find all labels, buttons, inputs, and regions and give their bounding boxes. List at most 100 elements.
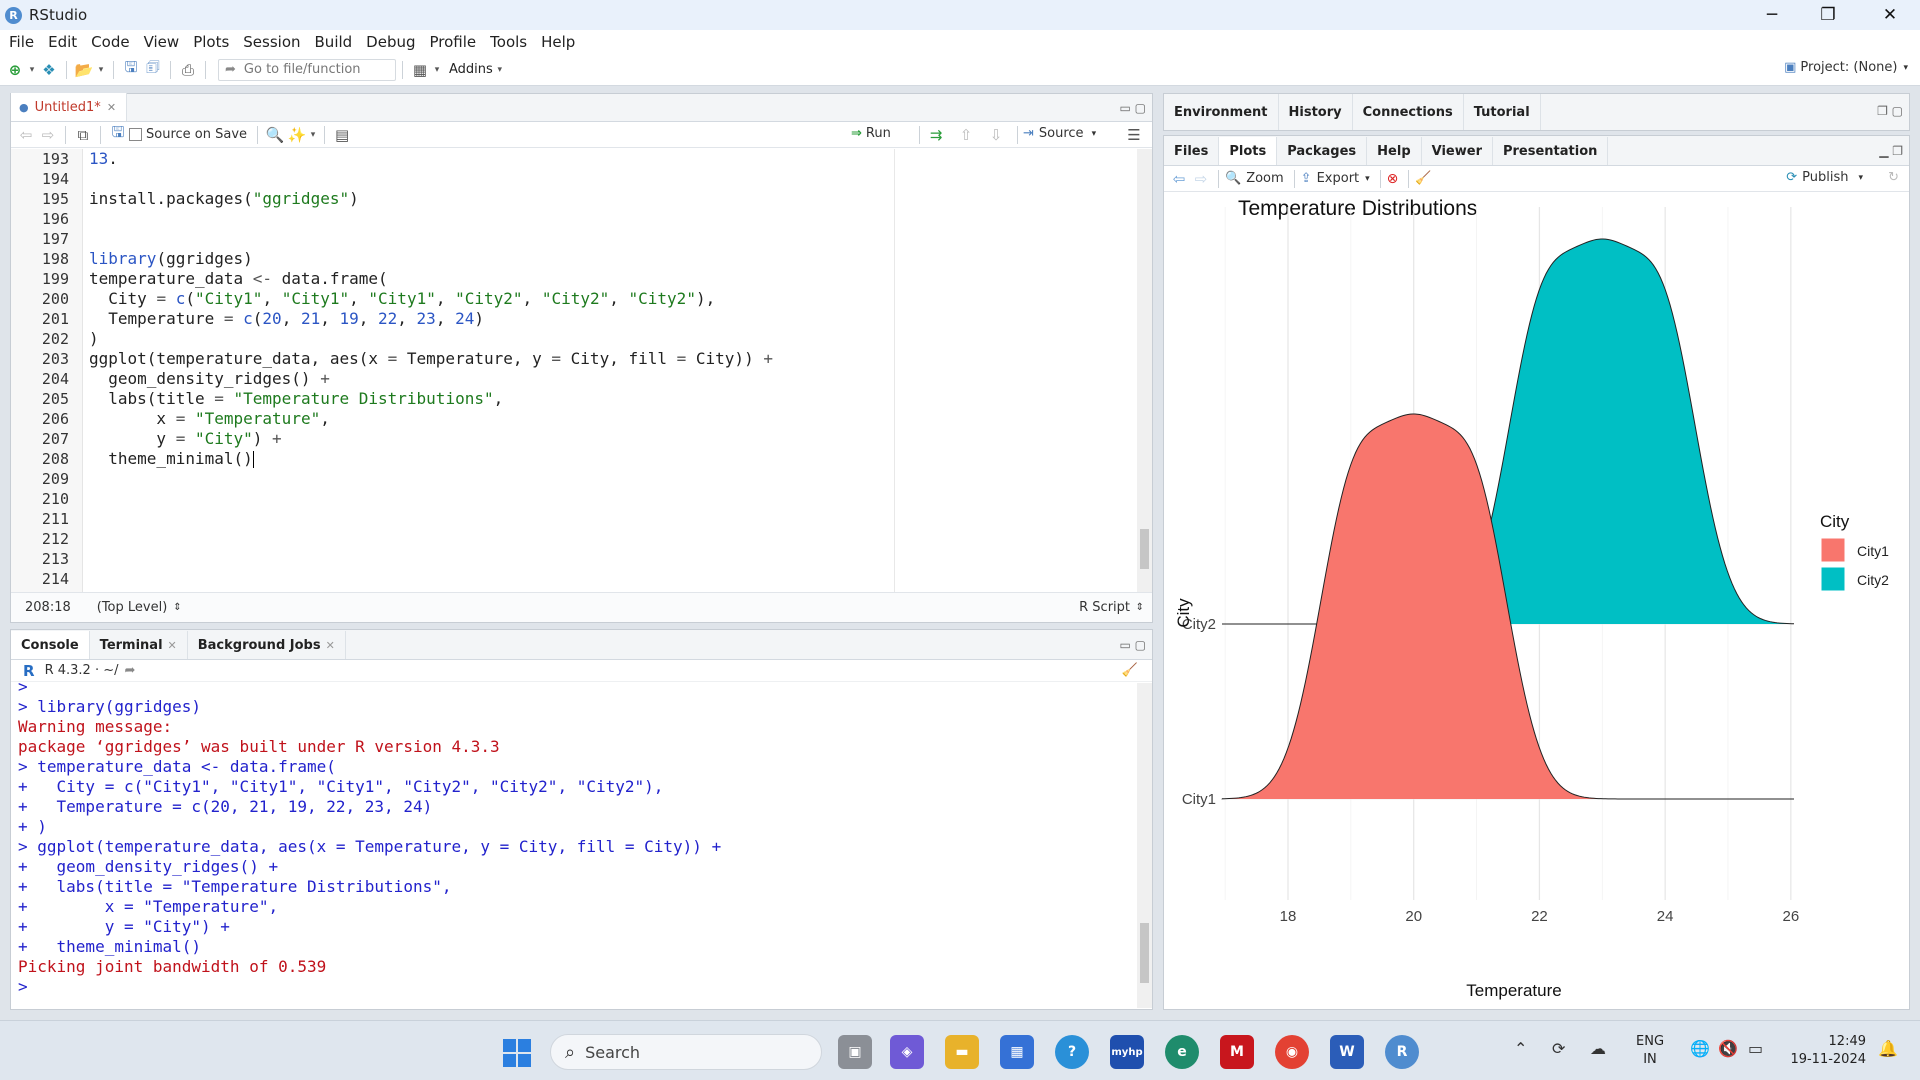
menu-code[interactable]: Code xyxy=(84,33,136,51)
save-icon[interactable]: 🖫 xyxy=(120,58,142,81)
code-line[interactable]: 202) xyxy=(11,329,1111,349)
myhp-icon[interactable]: myhp xyxy=(1110,1035,1144,1069)
scrollbar-thumb[interactable] xyxy=(1140,923,1149,983)
maximize-pane-icon[interactable]: ▭ ▢ xyxy=(1120,638,1147,652)
clear-console-icon[interactable]: 🧹 xyxy=(1122,663,1138,678)
tab-history[interactable]: History xyxy=(1279,94,1353,130)
restore-pane-icon[interactable]: ❐ ▢ xyxy=(1877,104,1903,118)
tab-packages[interactable]: Packages xyxy=(1277,137,1368,165)
help-icon[interactable]: ? xyxy=(1055,1035,1089,1069)
code-line[interactable]: 210 xyxy=(11,489,1111,509)
addins-button[interactable]: Addins xyxy=(449,62,493,77)
close-icon[interactable]: ✕ xyxy=(326,639,335,652)
chevron-down-icon[interactable]: ▾ xyxy=(493,59,507,81)
project-menu[interactable]: ▣ Project: (None) ▾ xyxy=(1784,60,1908,75)
source-on-save-checkbox[interactable] xyxy=(129,128,142,141)
console-scrollbar[interactable] xyxy=(1137,683,1152,1008)
menu-debug[interactable]: Debug xyxy=(359,33,422,51)
menu-profile[interactable]: Profile xyxy=(423,33,484,51)
code-line[interactable]: 196 xyxy=(11,209,1111,229)
code-line[interactable]: 200 City = c("City1", "City1", "City1", … xyxy=(11,289,1111,309)
code-line[interactable]: 205 labs(title = "Temperature Distributi… xyxy=(11,389,1111,409)
tab-environment[interactable]: Environment xyxy=(1164,94,1279,130)
store-icon[interactable]: ▦ xyxy=(1000,1035,1034,1069)
code-line[interactable]: 211 xyxy=(11,509,1111,529)
run-button[interactable]: ⇒ Run xyxy=(851,126,891,141)
show-in-window-icon[interactable]: ⧉ xyxy=(72,124,94,146)
menu-tools[interactable]: Tools xyxy=(483,33,534,51)
tab-console[interactable]: Console xyxy=(11,631,90,659)
rerun-icon[interactable]: ⇉ xyxy=(925,124,947,146)
chevron-down-icon[interactable]: ▾ xyxy=(26,59,38,81)
code-line[interactable]: 213 xyxy=(11,549,1111,569)
zoom-button[interactable]: Zoom xyxy=(1246,171,1283,186)
code-line[interactable]: 199 temperature_data <- data.frame( xyxy=(11,269,1111,289)
code-line[interactable]: 194 xyxy=(11,169,1111,189)
code-line[interactable]: 207 y = "City") + xyxy=(11,429,1111,449)
code-line[interactable]: 201 Temperature = c(20, 21, 19, 22, 23, … xyxy=(11,309,1111,329)
up-icon[interactable]: ⇧ xyxy=(955,124,977,146)
tab-presentation[interactable]: Presentation xyxy=(1493,137,1609,165)
code-line[interactable]: 206 x = "Temperature", xyxy=(11,409,1111,429)
tab-terminal[interactable]: Terminal ✕ xyxy=(90,631,188,659)
code-line[interactable]: 203 ggplot(temperature_data, aes(x = Temp… xyxy=(11,349,1111,369)
edge-icon[interactable]: e xyxy=(1165,1035,1199,1069)
notification-bell-icon[interactable]: 🔔 xyxy=(1878,1039,1898,1058)
menu-plots[interactable]: Plots xyxy=(186,33,236,51)
code-area[interactable]: 193 13. 194 195 install.packages("ggridges")… xyxy=(11,149,1141,592)
code-line[interactable]: 208 theme_minimal() xyxy=(11,449,1111,469)
down-icon[interactable]: ⇩ xyxy=(985,124,1007,146)
compile-report-icon[interactable]: ▤ xyxy=(331,124,353,146)
menu-file[interactable]: File xyxy=(2,33,41,51)
menu-edit[interactable]: Edit xyxy=(41,33,84,51)
menu-session[interactable]: Session xyxy=(236,33,307,51)
close-icon[interactable]: ✕ xyxy=(168,639,177,652)
refresh-icon[interactable]: ↻ xyxy=(1888,170,1899,185)
network-icon[interactable]: 🌐 xyxy=(1690,1039,1710,1058)
forward-icon[interactable]: ⇨ xyxy=(37,124,59,146)
chevron-up-icon[interactable]: ⌃ xyxy=(1514,1039,1527,1058)
code-line[interactable]: 204 geom_density_ridges() + xyxy=(11,369,1111,389)
chrome-icon[interactable]: ◉ xyxy=(1275,1035,1309,1069)
sync-icon[interactable]: ⟳ xyxy=(1552,1039,1565,1058)
word-icon[interactable]: W xyxy=(1330,1035,1364,1069)
publish-button[interactable]: ⟳ Publish ▾ xyxy=(1786,170,1863,185)
tab-untitled1[interactable]: ● Untitled1* ✕ xyxy=(11,93,128,121)
print-icon[interactable]: ⎙ xyxy=(177,59,199,81)
open-file-icon[interactable]: 📂 xyxy=(73,59,95,81)
console-output[interactable]: > > library(ggridges) Warning message: pack… xyxy=(18,683,1128,1008)
chevron-down-icon[interactable]: ▾ xyxy=(95,59,107,81)
code-line[interactable]: 212 xyxy=(11,529,1111,549)
taskbar-search[interactable]: ⌕ Search xyxy=(550,1034,822,1070)
code-line[interactable]: 195 install.packages("ggridges") xyxy=(11,189,1111,209)
previous-plot-icon[interactable]: ⇦ xyxy=(1168,168,1190,190)
code-line[interactable]: 209 xyxy=(11,469,1111,489)
menu-view[interactable]: View xyxy=(137,33,187,51)
onedrive-icon[interactable]: ☁ xyxy=(1590,1039,1606,1058)
code-line[interactable]: 214 xyxy=(11,569,1111,589)
clock[interactable]: 12:49 19-11-2024 xyxy=(1786,1033,1866,1069)
tab-connections[interactable]: Connections xyxy=(1353,94,1464,130)
clear-plots-icon[interactable]: 🧹 xyxy=(1415,171,1431,186)
file-explorer-icon[interactable]: ▬ xyxy=(945,1035,979,1069)
scrollbar-thumb[interactable] xyxy=(1140,529,1149,569)
tab-help[interactable]: Help xyxy=(1367,137,1422,165)
save-icon[interactable]: 🖫 xyxy=(107,123,129,146)
code-line[interactable]: 197 xyxy=(11,229,1111,249)
new-file-icon[interactable]: ⊕ xyxy=(4,59,26,81)
battery-icon[interactable]: ▭ xyxy=(1748,1039,1763,1058)
export-button[interactable]: Export xyxy=(1317,171,1360,186)
editor-scrollbar[interactable] xyxy=(1137,149,1152,592)
goto-dir-icon[interactable]: ➦ xyxy=(124,663,135,678)
chevron-down-icon[interactable]: ▾ xyxy=(431,59,443,81)
scope-selector[interactable]: (Top Level) xyxy=(97,600,168,615)
tab-background-jobs[interactable]: Background Jobs ✕ xyxy=(188,631,346,659)
tab-files[interactable]: Files xyxy=(1164,137,1220,165)
tab-plots[interactable]: Plots xyxy=(1219,137,1278,165)
menu-help[interactable]: Help xyxy=(534,33,582,51)
goto-file-input[interactable]: ➦ Go to file/function xyxy=(218,58,396,81)
close-button[interactable]: ✕ xyxy=(1862,0,1918,30)
code-line[interactable]: 193 13. xyxy=(11,149,1111,169)
copilot-icon[interactable]: ◈ xyxy=(890,1035,924,1069)
tab-tutorial[interactable]: Tutorial xyxy=(1464,94,1541,130)
